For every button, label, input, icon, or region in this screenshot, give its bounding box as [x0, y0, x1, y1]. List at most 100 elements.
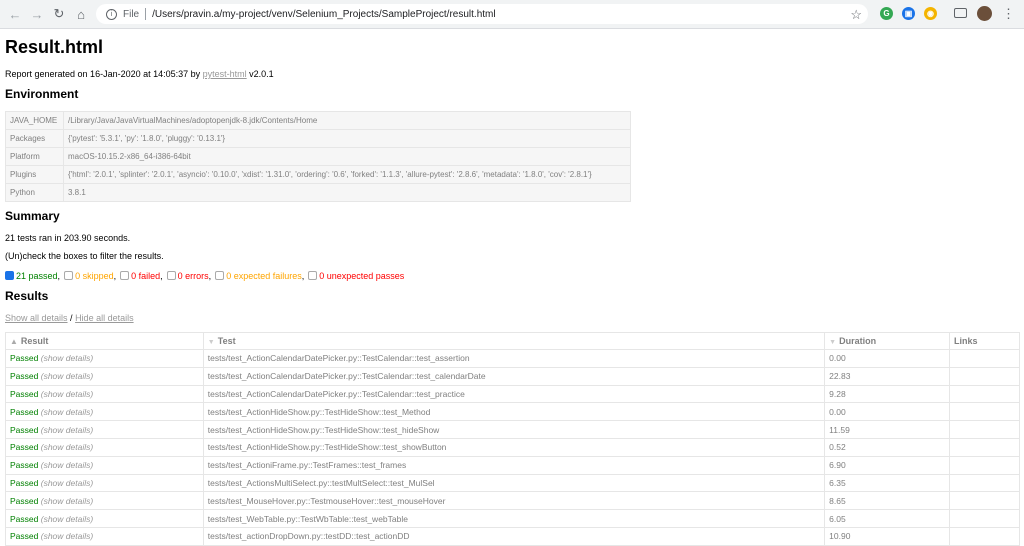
address-bar[interactable]: i File /Users/pravin.a/my-project/venv/S… — [96, 4, 868, 24]
show-details-link[interactable]: (show details) — [41, 389, 93, 399]
show-details-link[interactable]: (show details) — [41, 514, 93, 524]
environment-key: Plugins — [5, 165, 64, 184]
zoom-extension-icon[interactable]: ▣ — [902, 7, 915, 20]
test-name-cell: tests/test_ActionCalendarDatePicker.py::… — [202, 384, 826, 404]
chrome-extension-icon[interactable]: ◉ — [924, 7, 937, 20]
environment-heading: Environment — [5, 87, 79, 101]
filter-checkbox[interactable] — [215, 271, 225, 280]
generator-version: v2.0.1 — [246, 69, 274, 79]
filter-checkbox[interactable] — [308, 271, 318, 280]
result-cell: Passed (show details) — [5, 384, 204, 404]
result-status: Passed — [10, 513, 39, 524]
test-column-label: Test — [217, 336, 236, 346]
browser-toolbar: ← → ↻ ⌂ i File /Users/pravin.a/my-projec… — [0, 0, 1024, 29]
links-cell — [949, 455, 1020, 475]
table-row[interactable]: Passed (show details) tests/test_ActionCa… — [5, 349, 1020, 368]
result-cell: Passed (show details) — [5, 420, 204, 439]
filter-item: 0 failed, — [120, 270, 163, 281]
info-icon[interactable]: i — [106, 8, 117, 20]
result-status: Passed — [10, 531, 39, 542]
result-status: Passed — [10, 371, 39, 382]
filter-checkbox[interactable] — [166, 271, 176, 280]
test-name-cell: tests/test_WebTable.py::TestWbTable::tes… — [202, 509, 826, 528]
results-heading: Results — [5, 289, 49, 303]
home-icon[interactable]: ⌂ — [72, 5, 90, 23]
show-details-link[interactable]: (show details) — [41, 531, 93, 541]
result-status: Passed — [10, 460, 39, 471]
show-details-link[interactable]: (show details) — [41, 442, 93, 452]
show-all-details-link[interactable]: Show all details — [5, 313, 68, 323]
forward-icon[interactable]: → — [28, 5, 46, 23]
duration-cell: 0.00 — [824, 402, 951, 422]
filter-label: 0 errors — [177, 271, 209, 281]
filter-item: 0 expected failures, — [215, 270, 304, 281]
result-cell: Passed (show details) — [5, 349, 204, 368]
environment-table: JAVA_HOME/Library/Java/JavaVirtualMachin… — [5, 111, 631, 202]
result-status: Passed — [10, 353, 39, 364]
menu-icon[interactable]: ⋮ — [1002, 6, 1015, 21]
table-row[interactable]: Passed (show details) tests/test_ActionHi… — [5, 420, 1020, 439]
environment-value: /Library/Java/JavaVirtualMachines/adopto… — [63, 111, 631, 130]
table-row[interactable]: Passed (show details) tests/test_ActioniF… — [5, 455, 1020, 475]
reload-icon[interactable]: ↻ — [50, 5, 68, 23]
summary-heading: Summary — [5, 209, 60, 223]
environment-key: JAVA_HOME — [5, 111, 64, 130]
filter-checkbox[interactable] — [5, 271, 14, 280]
table-row[interactable]: Passed (show details) tests/test_ActionsM… — [5, 473, 1020, 493]
environment-row: Packages {'pytest': '5.3.1', 'py': '1.8.0… — [5, 129, 631, 148]
result-filters: 21 passed, 0 skipped, 0 failed, 0 errors, 0 … — [5, 270, 408, 281]
table-row[interactable]: Passed (show details) tests/test_ActionCa… — [5, 384, 1020, 404]
links-cell — [949, 526, 1020, 546]
links-cell — [949, 384, 1020, 404]
grammarly-extension-icon[interactable]: G — [880, 7, 893, 20]
table-row[interactable]: Passed (show details) tests/test_ActionHi… — [5, 402, 1020, 422]
links-column-header: Links — [949, 332, 1020, 350]
hide-all-details-link[interactable]: Hide all details — [75, 313, 134, 323]
table-row[interactable]: Passed (show details) tests/test_ActionCa… — [5, 366, 1020, 386]
show-details-link[interactable]: (show details) — [41, 460, 93, 470]
duration-cell: 0.00 — [824, 349, 951, 368]
links-cell — [949, 366, 1020, 386]
result-column-header[interactable]: ▲ Result — [5, 332, 204, 350]
back-icon[interactable]: ← — [6, 5, 24, 23]
table-row[interactable]: Passed (show details) tests/test_WebTable… — [5, 509, 1020, 528]
filter-checkbox[interactable] — [64, 271, 74, 280]
duration-column-header[interactable]: ▼ Duration — [824, 332, 951, 350]
generated-text: Report generated on 16-Jan-2020 at 14:05… — [5, 69, 203, 79]
table-row[interactable]: Passed (show details) tests/test_MouseHov… — [5, 491, 1020, 511]
duration-cell: 6.35 — [824, 473, 951, 493]
test-name-cell: tests/test_ActioniFrame.py::TestFrames::… — [202, 455, 826, 475]
duration-cell: 22.83 — [824, 366, 951, 386]
results-table: ▲ Result ▼ Test ▼ Duration Links Passed (sh… — [5, 332, 1020, 546]
result-cell: Passed (show details) — [5, 402, 204, 422]
sort-desc-icon: ▼ — [207, 339, 215, 346]
table-row[interactable]: Passed (show details) tests/test_actionDr… — [5, 526, 1020, 546]
show-details-link[interactable]: (show details) — [41, 425, 93, 435]
duration-cell: 6.90 — [824, 455, 951, 475]
duration-cell: 11.59 — [824, 420, 951, 439]
table-row[interactable]: Passed (show details) tests/test_ActionHi… — [5, 437, 1020, 457]
show-details-link[interactable]: (show details) — [41, 407, 93, 417]
profile-avatar[interactable] — [977, 6, 992, 21]
show-details-link[interactable]: (show details) — [41, 478, 93, 488]
pytest-html-link[interactable]: pytest-html — [203, 69, 247, 79]
filter-label: 0 unexpected passes — [319, 271, 405, 281]
show-details-link[interactable]: (show details) — [41, 353, 93, 363]
tests-ran-text: 21 tests ran in 203.90 seconds. — [5, 233, 131, 243]
sort-asc-icon: ▲ — [10, 337, 18, 346]
filter-checkbox[interactable] — [120, 271, 130, 280]
filter-comma: , — [57, 271, 61, 281]
details-separator: / — [67, 313, 76, 323]
links-cell — [949, 509, 1020, 528]
cast-icon[interactable] — [954, 8, 967, 18]
test-name-cell: tests/test_MouseHover.py::TestmouseHover… — [202, 491, 826, 511]
test-name-cell: tests/test_ActionHideShow.py::TestHideSh… — [202, 437, 826, 457]
test-column-header[interactable]: ▼ Test — [202, 332, 826, 350]
show-details-link[interactable]: (show details) — [41, 496, 93, 506]
filter-comma: , — [160, 271, 163, 281]
show-details-link[interactable]: (show details) — [41, 371, 93, 381]
url-text[interactable]: /Users/pravin.a/my-project/venv/Selenium… — [152, 9, 495, 20]
result-status: Passed — [10, 406, 39, 417]
bookmark-star-icon[interactable]: ☆ — [850, 7, 862, 23]
duration-cell: 0.52 — [824, 437, 951, 457]
